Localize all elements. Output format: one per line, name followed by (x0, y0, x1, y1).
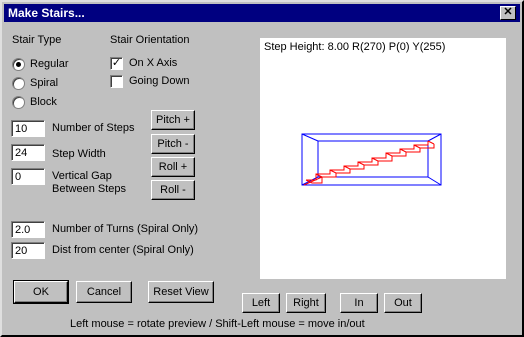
roll-minus-button[interactable]: Roll - (151, 180, 195, 200)
stairs-wireframe (301, 133, 442, 186)
radio-regular-label: Regular (30, 58, 69, 70)
stair-type-heading: Stair Type (12, 34, 62, 46)
view-in-button[interactable]: In (340, 293, 378, 313)
number-of-turns-label: Number of Turns (Spiral Only) (52, 223, 199, 235)
number-of-steps-label: Number of Steps (52, 122, 135, 134)
radio-block[interactable] (12, 96, 25, 109)
dist-from-center-input[interactable]: 20 (11, 242, 45, 259)
ok-button[interactable]: OK (13, 280, 69, 304)
pitch-plus-button[interactable]: Pitch + (151, 110, 195, 130)
close-icon: ✕ (503, 6, 513, 18)
stairs-preview[interactable]: Step Height: 8.00 R(270) P(0) Y(255) (260, 38, 506, 279)
radio-regular[interactable] (12, 58, 25, 71)
view-out-button[interactable]: Out (384, 293, 422, 313)
going-down-label: Going Down (129, 75, 190, 87)
close-button[interactable]: ✕ (500, 6, 516, 20)
view-left-button[interactable]: Left (242, 293, 280, 313)
roll-plus-button[interactable]: Roll + (151, 157, 195, 177)
on-x-axis-label: On X Axis (129, 57, 178, 69)
mouse-hint: Left mouse = rotate preview / Shift-Left… (70, 318, 365, 330)
stairs-steps-wireframe (303, 140, 435, 186)
radio-block-label: Block (30, 96, 57, 108)
stair-orientation-heading: Stair Orientation (110, 34, 190, 46)
dist-from-center-label: Dist from center (Spiral Only) (52, 244, 194, 256)
number-of-steps-input[interactable]: 10 (11, 120, 45, 137)
step-width-label: Step Width (52, 148, 106, 160)
make-stairs-dialog: Make Stairs... ✕ Stair Type Regular Spir… (0, 0, 524, 337)
radio-spiral-label: Spiral (30, 77, 59, 89)
vertical-gap-label: Vertical Gap (52, 170, 112, 182)
radio-spiral[interactable] (12, 77, 25, 90)
vertical-gap-label-line2: Between Steps (52, 183, 126, 195)
number-of-turns-input[interactable]: 2.0 (11, 221, 45, 238)
reset-view-button[interactable]: Reset View (148, 281, 214, 303)
window-title: Make Stairs... (8, 6, 85, 20)
pitch-minus-button[interactable]: Pitch - (151, 134, 195, 154)
step-width-input[interactable]: 24 (11, 144, 45, 161)
view-right-button[interactable]: Right (286, 293, 326, 313)
vertical-gap-input[interactable]: 0 (11, 168, 45, 185)
title-bar[interactable]: Make Stairs... ✕ (4, 4, 520, 22)
on-x-axis-checkbox[interactable]: ✓ (110, 57, 123, 70)
going-down-checkbox[interactable] (110, 75, 123, 88)
cancel-button[interactable]: Cancel (76, 281, 132, 303)
